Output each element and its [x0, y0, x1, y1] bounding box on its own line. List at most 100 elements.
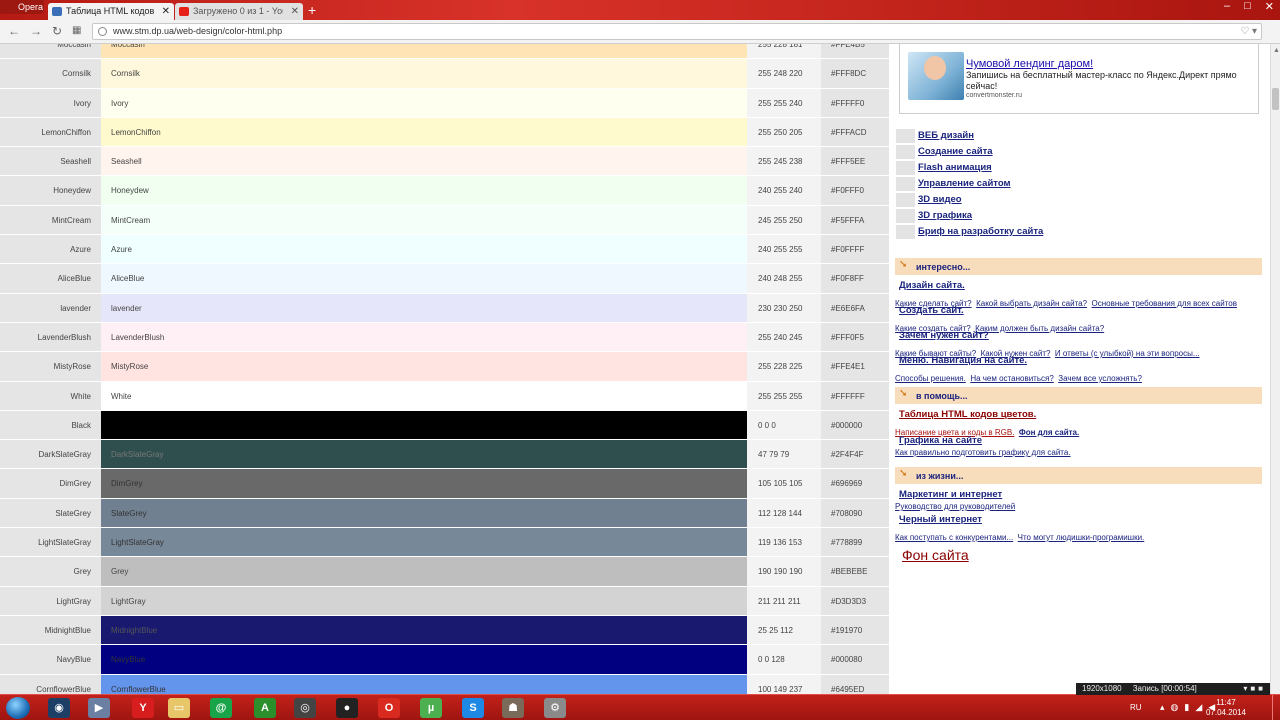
color-rgb: 119 136 153 [747, 528, 821, 557]
link-black-internet[interactable]: Черный интернет [899, 514, 982, 525]
scroll-up-icon[interactable]: ▲ [1273, 47, 1280, 54]
sub-link[interactable]: Способы решения. [895, 374, 966, 383]
sub-link[interactable]: Как поступать с конкурентами... [895, 533, 1013, 542]
color-sample: LavenderBlush [101, 322, 747, 352]
sub-link[interactable]: Что могут людишки-програмишки. [1018, 533, 1145, 542]
speed-dial-icon[interactable]: ▦ [72, 25, 81, 36]
color-hex: #F0F8FF [821, 264, 889, 293]
utorrent-icon[interactable]: µ [420, 698, 442, 718]
show-desktop-button[interactable] [1272, 695, 1280, 720]
color-rgb: 100 149 237 [747, 674, 821, 694]
player-icon[interactable]: ▶ [88, 698, 110, 718]
recorder-controls[interactable]: ▾■■ [1243, 683, 1266, 695]
table-row: LemonChiffon LemonChiffon 255 250 205 #FFFA… [0, 117, 889, 148]
window-controls: – □ ✕ [1224, 0, 1274, 13]
yandex-browser-icon[interactable]: Y [132, 698, 154, 718]
color-hex: #FFE4B5 [821, 44, 889, 59]
table-row: Seashell Seashell 255 245 238 #FFF5EE [0, 147, 889, 177]
sub-link[interactable]: Зачем все усложнять? [1058, 374, 1142, 383]
game-icon[interactable]: ☗ [502, 698, 524, 718]
link-graphics[interactable]: Графика на сайте [899, 435, 982, 446]
tab-youtube[interactable]: Загружено 0 из 1 - YouTu… ✕ [175, 3, 303, 20]
tab-close-icon[interactable]: ✕ [291, 3, 299, 20]
steam-icon[interactable]: ◎ [294, 698, 316, 718]
sub-link[interactable]: Основные требования для всех сайтов [1092, 299, 1237, 308]
color-sample: DimGrey [101, 469, 747, 498]
color-name: CornflowerBlue [0, 674, 101, 694]
clock-date: 07.04.2014 [1205, 708, 1246, 717]
link-navigation[interactable]: Меню. Навигация на сайте. [899, 355, 1027, 366]
mail-agent-icon[interactable]: @ [210, 698, 232, 718]
color-rgb: 190 190 190 [747, 557, 821, 586]
color-sample: Honeydew [101, 176, 747, 205]
link-marketing[interactable]: Маркетинг и интернет [899, 489, 1002, 500]
settings-app-icon[interactable]: ⚙ [544, 698, 566, 718]
youtube-favicon-icon [179, 7, 189, 16]
language-indicator[interactable]: RU [1130, 703, 1142, 712]
color-sample: Cornsilk [101, 59, 747, 88]
sub-link[interactable]: Как правильно подготовить графику для са… [895, 448, 1071, 457]
opera-menu-button[interactable]: Opera [0, 0, 44, 14]
table-row: AliceBlue AliceBlue 240 248 255 #F0F8FF [0, 264, 889, 294]
color-hex: #FFFFFF [821, 381, 889, 410]
color-name: DimGrey [0, 469, 101, 498]
color-name: Honeydew [0, 176, 101, 205]
color-sample: Azure [101, 235, 747, 264]
tab-close-icon[interactable]: ✕ [162, 3, 170, 20]
table-row: NavyBlue NavyBlue 0 0 128 #000080 [0, 645, 889, 675]
sub-link[interactable]: Какой выбрать дизайн сайта? [976, 299, 1087, 308]
color-hex: #000000 [821, 410, 889, 440]
opera-icon[interactable]: O [378, 698, 400, 718]
table-row: Ivory Ivory 255 255 240 #FFFFF0 [0, 88, 889, 118]
sub-link[interactable]: На чем остановиться? [970, 374, 1053, 383]
link-color-table[interactable]: Таблица HTML кодов цветов. [899, 409, 1036, 420]
tab-color-table[interactable]: Таблица HTML кодов цв… ✕ [48, 3, 174, 20]
table-row: Grey Grey 190 190 190 #BEBEBE [0, 557, 889, 587]
link-create-site[interactable]: Создать сайт. [899, 305, 964, 316]
page-scrollbar[interactable]: ▲ [1270, 44, 1280, 694]
globe-icon [98, 27, 107, 36]
link-site-background[interactable]: Фон сайта [902, 547, 969, 563]
color-name: Azure [0, 235, 101, 264]
minimize-button[interactable]: – [1224, 0, 1230, 13]
color-sample: DarkSlateGray [101, 440, 747, 469]
color-hex: #F5FFFA [821, 205, 889, 235]
media-player-icon[interactable]: ◉ [48, 698, 70, 718]
color-rgb: 240 248 255 [747, 264, 821, 293]
forward-arrow-icon[interactable]: → [30, 24, 42, 38]
close-window-button[interactable]: ✕ [1265, 0, 1274, 13]
sub-link-background[interactable]: Фон для сайта. [1019, 428, 1079, 437]
reload-icon[interactable]: ↻ [52, 24, 62, 38]
bookmark-heart-icon[interactable]: ♡ ▾ [1240, 24, 1257, 39]
ad-title-link[interactable]: Чумовой лендинг даром! [966, 58, 1093, 70]
app-a-icon[interactable]: A [254, 698, 276, 718]
color-rgb: 255 228 225 [747, 352, 821, 381]
ad-url[interactable]: convertmonster.ru [966, 92, 1022, 99]
color-rgb: 112 128 144 [747, 498, 821, 528]
color-name: Grey [0, 557, 101, 586]
record-icon[interactable]: ● [336, 698, 358, 718]
color-hex: #6495ED [821, 674, 889, 694]
maximize-button[interactable]: □ [1244, 0, 1251, 13]
new-tab-button[interactable]: + [308, 2, 316, 18]
scrollbar-thumb[interactable] [1272, 88, 1279, 110]
link-site-design[interactable]: Дизайн сайта. [899, 280, 965, 291]
sub-link[interactable]: Руководство для руководителей [895, 502, 1015, 511]
color-rgb: 240 255 240 [747, 176, 821, 205]
ad-image[interactable] [908, 52, 964, 100]
back-arrow-icon[interactable]: ← [8, 24, 20, 38]
sub-link[interactable]: Каким должен быть дизайн сайта? [975, 324, 1104, 333]
skype-icon[interactable]: S [462, 698, 484, 718]
windows-start-button[interactable] [6, 697, 30, 719]
table-row: Cornsilk Cornsilk 255 248 220 #FFF8DC [0, 59, 889, 89]
ad-block[interactable]: Чумовой лендинг даром! Запишись на беспл… [899, 44, 1259, 114]
table-row: White White 255 255 255 #FFFFFF [0, 381, 889, 411]
sub-link[interactable]: И ответы (с улыбкой) на эти вопросы... [1055, 349, 1200, 358]
system-tray: RU ▴◍▮◢◀ 11:47 07.04.2014 [1120, 695, 1280, 720]
link-why-site[interactable]: Зачем нужен сайт? [899, 330, 989, 341]
table-row: SlateGrey SlateGrey 112 128 144 #708090 [0, 498, 889, 529]
url-input[interactable]: www.stm.dp.ua/web-design/color-html.php … [92, 23, 1262, 40]
ad-description: Запишись на бесплатный мастер-класс по Я… [966, 70, 1237, 91]
folder-icon[interactable]: ▭ [168, 698, 190, 718]
clock[interactable]: 11:47 07.04.2014 [1206, 698, 1246, 718]
